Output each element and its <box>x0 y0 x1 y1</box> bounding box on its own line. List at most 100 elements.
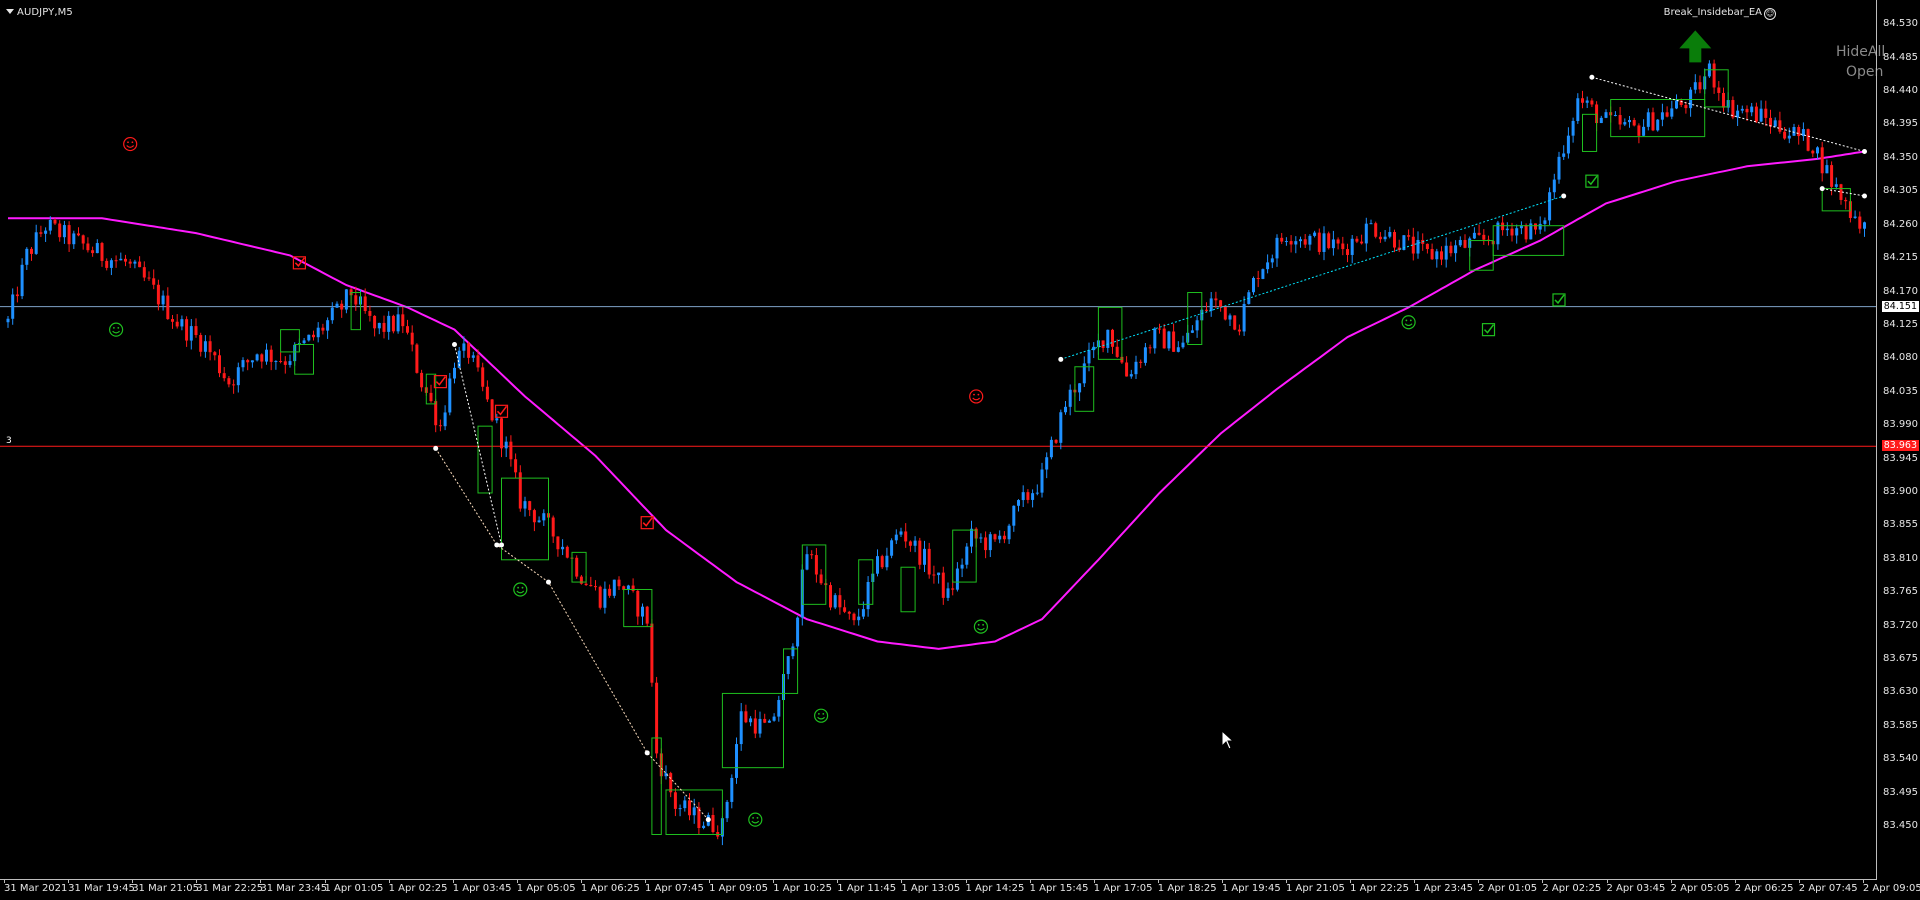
price-tick: 83.900 <box>1883 485 1918 497</box>
candle <box>998 530 1002 544</box>
candle-body <box>608 588 612 596</box>
candle <box>1764 100 1768 127</box>
candle <box>1346 243 1349 263</box>
candle-body <box>20 264 24 297</box>
time-tick: 31 Mar 22:25 <box>196 879 264 894</box>
candle-body <box>180 319 184 327</box>
markers-layer <box>108 30 1712 827</box>
candle <box>382 315 386 339</box>
candle-body <box>227 378 231 385</box>
candle <box>396 307 400 334</box>
expert-label[interactable]: Break_Insidebar_EA ☺ <box>1664 7 1776 20</box>
candle-body <box>1416 239 1420 254</box>
candle-body <box>1806 129 1810 151</box>
candle-body <box>1773 120 1777 127</box>
red-check-icon <box>640 516 654 530</box>
candle <box>109 258 113 276</box>
candle-body <box>1463 239 1467 248</box>
price-scale[interactable]: 84.530 84.485 84.440 84.395 84.350 84.305 84.2… <box>1876 0 1920 880</box>
smiley-mouth <box>972 397 981 401</box>
candle <box>537 516 541 523</box>
candle-body <box>1505 228 1509 231</box>
candle <box>561 539 565 556</box>
candle <box>471 351 475 363</box>
inside-bar-box <box>721 692 785 769</box>
candle <box>438 419 442 432</box>
candle-body <box>589 585 593 587</box>
candle-body <box>767 720 771 723</box>
candle <box>1059 409 1063 450</box>
candle-body <box>467 343 471 358</box>
candle-body <box>1331 239 1335 249</box>
candle <box>232 379 236 394</box>
candle <box>1585 96 1589 109</box>
candle-body <box>650 623 654 683</box>
candle <box>152 269 156 290</box>
candle <box>321 323 325 335</box>
candle <box>1646 108 1650 131</box>
green-smiley-icon <box>108 322 124 337</box>
trendlines-layer <box>433 74 1867 823</box>
candle-body <box>1280 237 1284 242</box>
candle <box>1783 126 1787 140</box>
candle <box>1853 210 1857 219</box>
candle <box>401 306 405 334</box>
inside-bar-box <box>858 559 874 605</box>
candle <box>1599 115 1603 124</box>
candle-body <box>673 792 677 809</box>
candle-body <box>923 548 926 565</box>
candle <box>735 737 738 784</box>
time-tick: 1 Apr 11:45 <box>837 879 897 894</box>
candle <box>904 523 908 548</box>
candle <box>1252 276 1255 295</box>
candle-body <box>53 219 57 224</box>
price-tag: 83.963 <box>1881 440 1919 452</box>
candle-body <box>171 319 174 322</box>
moving-average-layer <box>8 150 1865 650</box>
candle <box>429 384 433 403</box>
candle <box>218 349 221 378</box>
candle <box>791 643 795 660</box>
candle-body <box>1017 500 1020 506</box>
candle-body <box>1778 120 1782 132</box>
smiley-eye <box>977 393 980 396</box>
candle-body <box>1656 119 1660 131</box>
candle-body <box>749 718 753 723</box>
candle <box>1759 100 1763 123</box>
candle <box>377 322 381 335</box>
candle <box>1538 216 1542 234</box>
candle <box>1266 254 1270 274</box>
candle-body <box>1068 389 1072 407</box>
candle-body <box>283 361 287 365</box>
candle <box>556 536 560 557</box>
candle-body <box>692 807 696 816</box>
candle <box>410 325 414 352</box>
candle-body <box>128 261 132 264</box>
candle-body <box>1256 277 1260 279</box>
price-chart[interactable]: 3 <box>0 0 1877 880</box>
green-check-icon <box>1585 174 1599 188</box>
candle-body <box>77 233 80 236</box>
candle <box>1331 230 1335 256</box>
candle-body <box>72 233 76 245</box>
candle <box>636 588 640 625</box>
chart-window[interactable]: 3 AUDJPY,M5 Break_Insidebar_EA ☺ HideAll … <box>0 0 1920 900</box>
candle-body <box>1628 120 1631 123</box>
time-tick: 1 Apr 18:25 <box>1157 879 1217 894</box>
time-scale[interactable]: 31 Mar 2021 31 Mar 19:45 31 Mar 21:05 31 Ma… <box>0 879 1920 900</box>
smiley-icon: ☺ <box>1764 8 1776 20</box>
candle-body <box>1129 374 1133 377</box>
candle <box>260 353 264 369</box>
price-tick: 83.630 <box>1883 686 1918 698</box>
candle <box>1209 292 1213 317</box>
candle <box>612 579 616 599</box>
candle-body <box>532 510 536 523</box>
time-tick: 1 Apr 23:45 <box>1414 879 1474 894</box>
candle <box>213 351 217 361</box>
candle <box>1454 240 1458 262</box>
candle <box>1707 60 1711 78</box>
candle <box>1797 124 1801 145</box>
candle <box>763 713 767 724</box>
check-mark <box>435 376 446 386</box>
trendline-node <box>494 542 500 548</box>
